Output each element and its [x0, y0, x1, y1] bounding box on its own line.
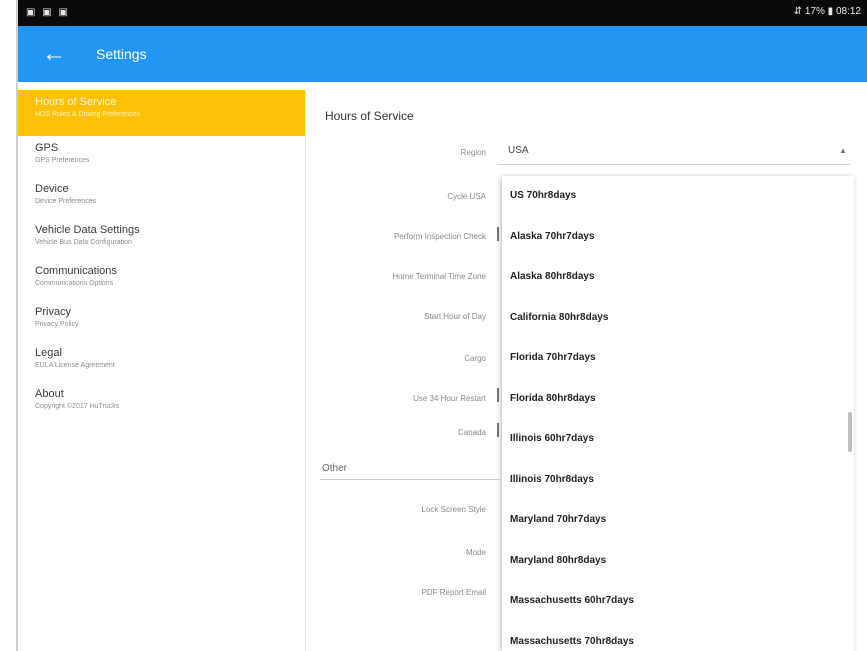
region-underline [498, 164, 850, 165]
sidebar-item-title: Communications [35, 265, 117, 277]
arrow-left-icon[interactable]: ← [40, 40, 68, 68]
status-indicators: ⇵ 17% ▮ 08:12 [793, 6, 861, 17]
sidebar-item-title: Device [35, 183, 69, 195]
sidebar-item-gps[interactable]: GPS GPS Preferences [18, 136, 305, 177]
inspection-label: Perform Inspection Check [393, 232, 486, 241]
restart-label: Use 34 Hour Restart [413, 394, 486, 403]
window-frame [0, 0, 18, 651]
dropdown-option[interactable]: Maryland 80hr8days [502, 541, 854, 582]
sidebar-item-privacy[interactable]: Privacy Privacy Policy [18, 300, 305, 341]
sidebar-item-vehicle-data-settings[interactable]: Vehicle Data Settings Vehicle Bus Data C… [18, 218, 305, 259]
sidebar-item-subtitle: Communications Options [35, 280, 114, 287]
sidebar-item-subtitle: HOS Rules & Driving Preferences [35, 111, 141, 118]
sidebar-item-subtitle: Privacy Policy [35, 321, 79, 328]
restart-checkbox[interactable] [497, 388, 499, 402]
sidebar-item-device[interactable]: Device Device Preferences [18, 177, 305, 218]
sidebar-item-legal[interactable]: Legal EULA License Agreement [18, 341, 305, 382]
dropdown-option[interactable]: Illinois 70hr8days [502, 460, 854, 501]
sidebar-item-about[interactable]: About Copyright ©2017 HuTrucks [18, 382, 305, 423]
chevron-up-icon[interactable]: ▲ [839, 146, 847, 155]
app-bar: ← Settings [18, 26, 867, 82]
sidebar-item-communications[interactable]: Communications Communications Options [18, 259, 305, 300]
sidebar-item-title: Legal [35, 347, 62, 359]
dropdown-option[interactable]: Alaska 80hr8days [502, 257, 854, 298]
sidebar-item-subtitle: Copyright ©2017 HuTrucks [35, 403, 120, 410]
status-bar: ▣ ▣ ▣ ⇵ 17% ▮ 08:12 [18, 0, 867, 26]
lock-style-label: Lock Screen Style [421, 505, 486, 514]
dropdown-option[interactable]: California 80hr8days [502, 298, 854, 339]
sidebar-item-subtitle: Vehicle Bus Data Configuration [35, 239, 132, 246]
page-title: Settings [96, 46, 147, 62]
region-label: Region [460, 148, 486, 157]
sidebar-item-title: Privacy [35, 306, 72, 318]
dropdown-option[interactable]: US 70hr8days [502, 176, 854, 217]
canada-checkbox[interactable] [497, 423, 499, 437]
start-hour-label: Start Hour of Day [424, 312, 486, 321]
settings-sidebar: Hours of Service HOS Rules & Driving Pre… [18, 90, 305, 651]
other-section-title: Other [322, 463, 348, 474]
dropdown-option[interactable]: Florida 80hr8days [502, 379, 854, 420]
inspection-checkbox[interactable] [497, 227, 499, 241]
canada-label: Canada [457, 428, 486, 437]
cargo-label: Cargo [464, 354, 486, 363]
section-title: Hours of Service [325, 109, 414, 123]
sidebar-item-subtitle: Device Preferences [35, 198, 97, 205]
sidebar-item-subtitle: EULA License Agreement [35, 362, 115, 369]
sidebar-item-hours-of-service[interactable]: Hours of Service HOS Rules & Driving Pre… [18, 90, 305, 136]
sidebar-item-title: Vehicle Data Settings [35, 224, 140, 236]
sidebar-item-title: Hours of Service [35, 96, 117, 108]
dropdown-option[interactable]: Massachusetts 70hr8days [502, 622, 854, 651]
pdf-email-label: PDF Report Email [421, 588, 486, 597]
notification-icons: ▣ ▣ ▣ [26, 7, 70, 18]
timezone-label: Home Terminal Time Zone [392, 272, 486, 281]
sidebar-item-title: GPS [35, 142, 59, 154]
cycle-label: Cycle USA [447, 192, 486, 201]
dropdown-option[interactable]: Maryland 70hr7days [502, 500, 854, 541]
other-divider [320, 479, 500, 480]
sidebar-item-title: About [35, 388, 64, 400]
dropdown-option[interactable]: Illinois 60hr7days [502, 419, 854, 460]
dropdown-option[interactable]: Alaska 70hr7days [502, 217, 854, 258]
dropdown-scrollbar[interactable] [848, 412, 852, 452]
mode-label: Mode [465, 548, 486, 557]
dropdown-option[interactable]: Florida 70hr7days [502, 338, 854, 379]
sidebar-item-subtitle: GPS Preferences [35, 157, 90, 164]
cycle-dropdown-menu[interactable]: US 70hr8days Alaska 70hr7days Alaska 80h… [502, 176, 854, 651]
region-select[interactable]: USA [508, 145, 529, 156]
dropdown-option[interactable]: Massachusetts 60hr7days [502, 581, 854, 622]
